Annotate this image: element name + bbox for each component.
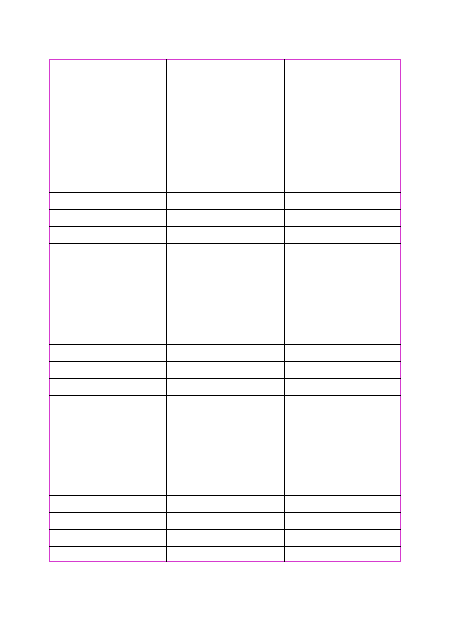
row-divider (49, 378, 401, 379)
row-divider (49, 209, 401, 210)
row-divider (49, 243, 401, 244)
row-divider (49, 192, 401, 193)
column-divider (166, 59, 167, 562)
row-divider (49, 495, 401, 496)
row-divider (49, 395, 401, 396)
column-divider (284, 59, 285, 562)
page-frame (49, 59, 401, 562)
row-divider (49, 546, 401, 547)
row-divider (49, 226, 401, 227)
row-divider (49, 344, 401, 345)
row-divider (49, 512, 401, 513)
row-divider (49, 361, 401, 362)
row-divider (49, 529, 401, 530)
